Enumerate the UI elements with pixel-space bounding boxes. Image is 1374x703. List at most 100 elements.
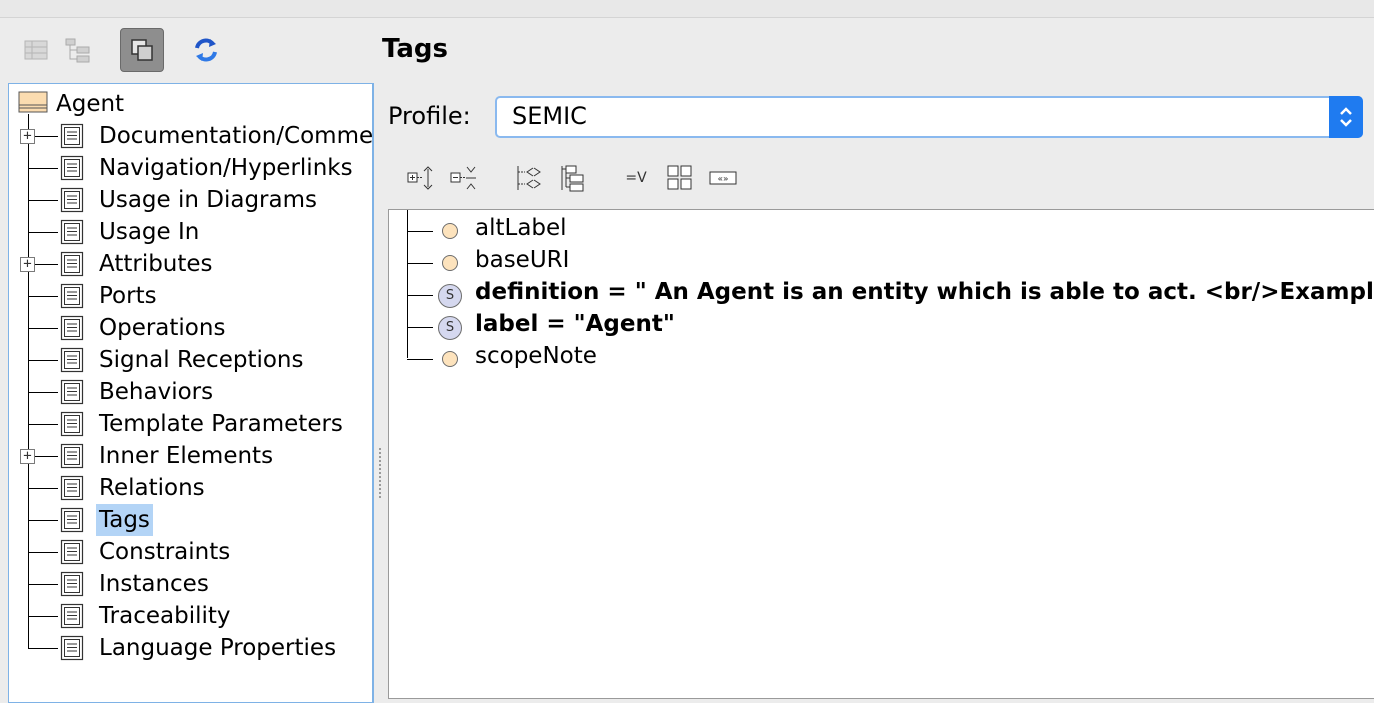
tree-root-label: Agent [56, 91, 125, 117]
tree-connector [28, 424, 58, 425]
tag-row[interactable]: Slabel = "Agent" [407, 307, 1374, 340]
tree-item[interactable]: Constraints [28, 536, 372, 568]
tree-item-label: Ports [99, 283, 157, 309]
tree-root[interactable]: Agent [18, 90, 124, 118]
tree-connector [28, 360, 58, 361]
stereotype-s-icon: S [438, 316, 462, 340]
tree-connector [407, 263, 433, 264]
stereotype-icon[interactable]: «» [707, 162, 739, 194]
tree-item[interactable]: Traceability [28, 600, 372, 632]
show-inherited-icon[interactable] [512, 162, 544, 194]
node-page-icon [59, 155, 85, 181]
tree-item[interactable]: Usage In [28, 216, 372, 248]
copy-view-icon[interactable] [120, 28, 164, 72]
tree-connector [28, 616, 58, 617]
tree-item[interactable]: Usage in Diagrams [28, 184, 372, 216]
tree-item[interactable]: + Attributes [20, 248, 372, 280]
profile-select[interactable]: SEMIC [495, 96, 1363, 138]
tree-item-label: Relations [99, 475, 205, 501]
tree-item[interactable]: Ports [28, 280, 372, 312]
tag-property-icon [442, 255, 458, 271]
stereotype-icon-text: «» [717, 175, 728, 185]
node-page-icon [59, 187, 85, 213]
tree-item-label: Behaviors [99, 379, 214, 405]
tag-row[interactable]: baseURI [407, 243, 1374, 275]
tree-item[interactable]: + Inner Elements [20, 440, 372, 472]
node-page-icon [59, 507, 85, 533]
tree-connector [28, 168, 58, 169]
tag-label: altLabel [475, 215, 567, 241]
tree-view-icon[interactable] [56, 28, 100, 72]
tree-connector [407, 231, 433, 232]
stereotype-s-icon: S [438, 284, 462, 308]
updown-arrows-icon[interactable] [1329, 96, 1363, 138]
tree-connector [28, 296, 58, 297]
element-tree[interactable]: Agent + Documentation/Comments Navigation/… [8, 83, 374, 703]
tree-connector [28, 488, 58, 489]
expand-toggle-icon[interactable]: + [20, 257, 35, 272]
grid-view-icon[interactable] [664, 162, 696, 194]
tree-item[interactable]: Tags [28, 504, 372, 536]
tree-connector [28, 232, 58, 233]
node-page-icon [59, 123, 85, 149]
node-page-icon [59, 379, 85, 405]
splitter-handle[interactable] [379, 448, 384, 498]
node-page-icon [59, 475, 85, 501]
tree-connector [407, 327, 433, 328]
show-values-icon[interactable]: =V [620, 162, 652, 194]
table-view-icon[interactable] [14, 28, 58, 72]
profile-label: Profile: [388, 102, 471, 130]
tree-item[interactable]: Template Parameters [28, 408, 372, 440]
node-page-icon [59, 283, 85, 309]
tree-item-label: Template Parameters [99, 411, 343, 437]
tree-connector [28, 552, 58, 553]
group-by-icon[interactable] [556, 162, 588, 194]
tag-property-icon [442, 223, 458, 239]
tags-tree[interactable]: altLabel baseURI Sdefinition = " An Agent … [388, 209, 1374, 699]
node-page-icon [59, 315, 85, 341]
tag-row[interactable]: Sdefinition = " An Agent is an entity wh… [407, 275, 1374, 308]
tree-item-label: Signal Receptions [99, 347, 304, 373]
tree-connector [28, 200, 58, 201]
tag-label: label = "Agent" [475, 311, 675, 337]
tag-row[interactable]: scopeNote [407, 339, 1374, 371]
tree-connector [407, 359, 433, 360]
tree-item-label: Traceability [99, 603, 231, 629]
tag-row[interactable]: altLabel [407, 211, 1374, 243]
node-page-icon [59, 411, 85, 437]
tree-connector [28, 648, 58, 649]
tag-label: baseURI [475, 247, 570, 273]
tag-label: definition = " An Agent is an entity whi… [475, 279, 1374, 305]
tree-item[interactable]: Language Properties [28, 632, 372, 664]
profile-select-value: SEMIC [512, 102, 587, 130]
collapse-all-icon[interactable] [447, 162, 479, 194]
window-top-strip [0, 0, 1374, 18]
tree-item-label: Documentation/Comments [99, 123, 374, 149]
class-icon [18, 90, 48, 118]
tree-item[interactable]: Relations [28, 472, 372, 504]
tree-item[interactable]: Instances [28, 568, 372, 600]
tree-item[interactable]: + Documentation/Comments [20, 120, 374, 152]
refresh-icon[interactable] [184, 28, 228, 72]
tree-item[interactable]: Behaviors [28, 376, 372, 408]
tree-connector [28, 520, 58, 521]
node-page-icon [59, 539, 85, 565]
node-page-icon [59, 571, 85, 597]
expand-toggle-icon[interactable]: + [20, 129, 35, 144]
tree-connector [28, 584, 58, 585]
expand-all-icon[interactable] [404, 162, 436, 194]
node-page-icon [59, 219, 85, 245]
tree-item-label: Navigation/Hyperlinks [99, 155, 353, 181]
tree-item[interactable]: Operations [28, 312, 372, 344]
tree-item-label: Constraints [99, 539, 231, 565]
node-page-icon [59, 347, 85, 373]
tree-item[interactable]: Signal Receptions [28, 344, 372, 376]
tree-item[interactable]: Navigation/Hyperlinks [28, 152, 372, 184]
expand-toggle-icon[interactable]: + [20, 449, 35, 464]
node-page-icon [59, 251, 85, 277]
tree-item-label: Usage in Diagrams [99, 187, 317, 213]
tree-item-label: Operations [99, 315, 226, 341]
tree-item-label: Instances [99, 571, 209, 597]
tree-connector [28, 392, 58, 393]
tag-property-icon [442, 351, 458, 367]
